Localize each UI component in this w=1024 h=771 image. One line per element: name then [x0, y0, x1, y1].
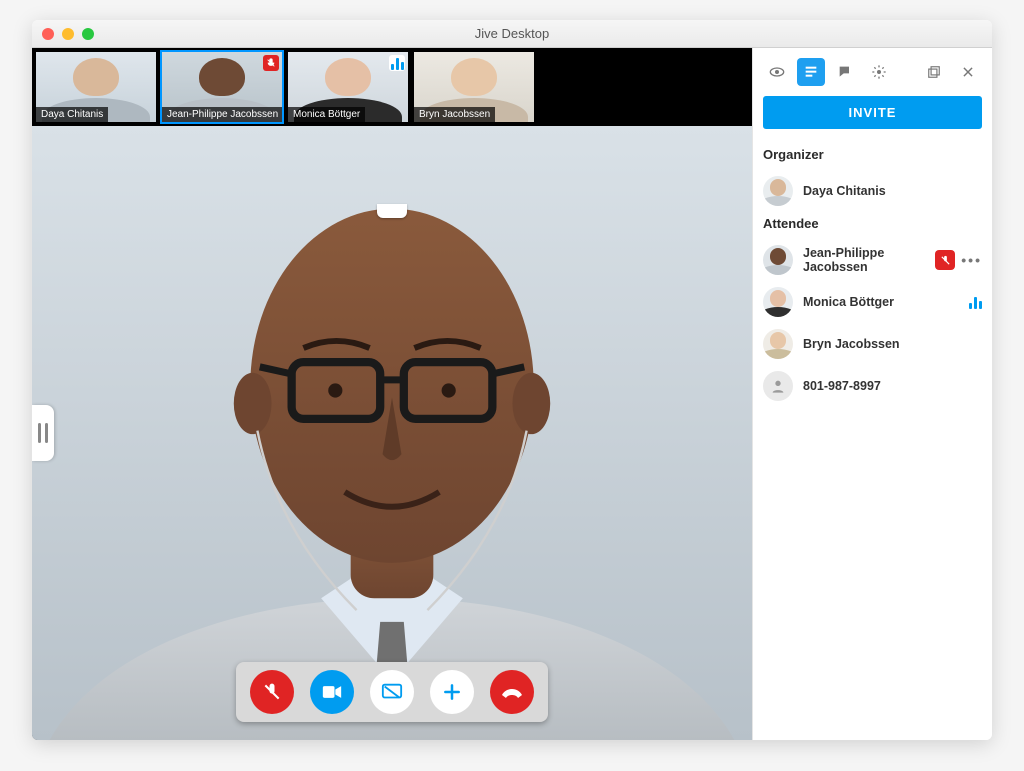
- mic-muted-icon: [935, 250, 955, 270]
- attendee-name: Jean-Philippe Jacobssen: [803, 246, 925, 274]
- attendee-row[interactable]: Bryn Jacobssen: [763, 323, 982, 365]
- chat-tab[interactable]: [831, 58, 859, 86]
- participant-thumb[interactable]: Monica Böttger: [286, 50, 410, 124]
- organizer-header: Organizer: [763, 147, 982, 162]
- attendee-name: 801-987-8997: [803, 379, 982, 393]
- sidebar: INVITE Organizer Daya Chitanis Attendee …: [752, 48, 992, 740]
- sidebar-drag-handle[interactable]: [32, 405, 54, 461]
- participants-tab[interactable]: [797, 58, 825, 86]
- row-status: •••: [935, 250, 982, 270]
- mic-muted-icon: [263, 55, 279, 71]
- thumb-name: Bryn Jacobssen: [414, 107, 495, 122]
- participant-thumb[interactable]: Daya Chitanis: [34, 50, 158, 124]
- attendee-name: Monica Böttger: [803, 295, 959, 309]
- attendee-name: Bryn Jacobssen: [803, 337, 982, 351]
- speaking-icon: [389, 55, 405, 71]
- avatar: [763, 329, 793, 359]
- popout-button[interactable]: [920, 58, 948, 86]
- sidebar-tabs: [763, 58, 982, 86]
- share-screen-button[interactable]: [370, 670, 414, 714]
- organizer-name: Daya Chitanis: [803, 184, 982, 198]
- thumb-name: Monica Böttger: [288, 107, 365, 122]
- speaking-icon: [969, 295, 982, 309]
- add-participant-button[interactable]: [430, 670, 474, 714]
- organizer-row[interactable]: Daya Chitanis: [763, 170, 982, 212]
- titlebar: Jive Desktop: [32, 20, 992, 48]
- avatar: [763, 176, 793, 206]
- app-window: Jive Desktop Daya Chitanis Jean-Philippe…: [32, 20, 992, 740]
- camera-button[interactable]: [310, 670, 354, 714]
- thumb-name: Jean-Philippe Jacobssen: [162, 107, 283, 122]
- more-icon[interactable]: •••: [961, 253, 982, 267]
- phone-avatar-icon: [763, 371, 793, 401]
- avatar: [763, 287, 793, 317]
- video-area: Daya Chitanis Jean-Philippe Jacobssen Mo…: [32, 48, 752, 740]
- attendee-row[interactable]: Monica Böttger: [763, 281, 982, 323]
- close-panel-button[interactable]: [954, 58, 982, 86]
- view-tab[interactable]: [763, 58, 791, 86]
- call-controls: [236, 662, 548, 722]
- attendee-row[interactable]: 801-987-8997: [763, 365, 982, 407]
- attendee-row[interactable]: Jean-Philippe Jacobssen •••: [763, 239, 982, 281]
- collapse-thumbnails-tab[interactable]: [377, 204, 407, 218]
- invite-button[interactable]: INVITE: [763, 96, 982, 129]
- speaker-portrait: [32, 126, 752, 740]
- row-status: [969, 295, 982, 309]
- window-title: Jive Desktop: [32, 26, 992, 41]
- thumb-name: Daya Chitanis: [36, 107, 108, 122]
- participant-thumb[interactable]: Bryn Jacobssen: [412, 50, 536, 124]
- avatar: [763, 245, 793, 275]
- participant-thumb[interactable]: Jean-Philippe Jacobssen: [160, 50, 284, 124]
- hangup-button[interactable]: [490, 670, 534, 714]
- attendee-header: Attendee: [763, 216, 982, 231]
- content: Daya Chitanis Jean-Philippe Jacobssen Mo…: [32, 48, 992, 740]
- main-video: [32, 126, 752, 740]
- settings-tab[interactable]: [865, 58, 893, 86]
- thumbnail-row: Daya Chitanis Jean-Philippe Jacobssen Mo…: [32, 48, 752, 126]
- mute-button[interactable]: [250, 670, 294, 714]
